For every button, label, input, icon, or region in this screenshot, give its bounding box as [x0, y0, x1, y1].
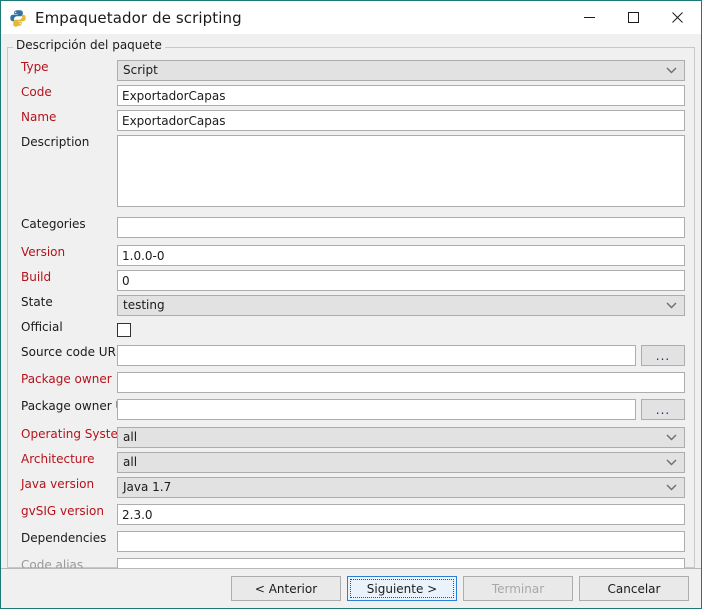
state-value: testing — [123, 298, 165, 312]
field-row-official: Official — [7, 320, 695, 337]
dependencies-input[interactable] — [117, 531, 685, 552]
finish-button: Terminar — [463, 576, 573, 601]
field-row-gvsig-version: gvSIG version — [7, 504, 695, 525]
package-form: Type Script Code N — [7, 56, 695, 568]
state-combobox[interactable]: testing — [117, 295, 685, 316]
package-description-group: Descripción del paquete Type Script Code — [7, 38, 695, 568]
field-row-source-code-url: Source code URL ... — [7, 345, 695, 366]
architecture-combobox[interactable]: all — [117, 452, 685, 473]
architecture-value: all — [123, 455, 138, 469]
chevron-down-icon — [666, 61, 677, 80]
label-code: Code — [21, 85, 52, 99]
label-name: Name — [21, 110, 57, 124]
field-row-description: Description — [7, 135, 695, 207]
field-row-operating-system: Operating System all — [7, 427, 695, 448]
gvsig-version-input[interactable] — [117, 504, 685, 525]
field-row-code-alias: Code alias — [7, 558, 695, 568]
label-version: Version — [21, 245, 66, 259]
close-icon[interactable] — [655, 1, 699, 33]
field-row-state: State testing — [7, 295, 695, 316]
label-operating-system: Operating System — [21, 427, 130, 441]
python-icon — [9, 9, 27, 27]
operating-system-combobox[interactable]: all — [117, 427, 685, 448]
name-input[interactable] — [117, 110, 685, 131]
type-value: Script — [123, 63, 158, 77]
label-package-owner-url: Package owner URL — [21, 399, 140, 413]
dialog-button-bar: < Anterior Siguiente > Terminar Cancelar — [1, 568, 701, 608]
operating-system-value: all — [123, 430, 138, 444]
next-button[interactable]: Siguiente > — [347, 576, 457, 601]
label-description: Description — [21, 135, 90, 149]
field-row-version: Version — [7, 245, 695, 266]
label-build: Build — [21, 270, 52, 284]
build-input[interactable] — [117, 270, 685, 291]
package-owner-input[interactable] — [117, 372, 685, 393]
label-dependencies: Dependencies — [21, 531, 107, 545]
label-java-version: Java version — [21, 477, 95, 491]
field-row-categories: Categories — [7, 217, 695, 238]
type-combobox[interactable]: Script — [117, 60, 685, 81]
window-controls — [567, 1, 699, 33]
field-row-code: Code — [7, 85, 695, 106]
code-alias-input[interactable] — [117, 558, 685, 568]
label-state: State — [21, 295, 53, 309]
field-row-name: Name — [7, 110, 695, 131]
maximize-icon[interactable] — [611, 1, 655, 33]
field-row-dependencies: Dependencies — [7, 531, 695, 552]
field-row-type: Type Script — [7, 60, 695, 81]
title-bar: Empaquetador de scripting — [1, 1, 701, 34]
previous-button[interactable]: < Anterior — [231, 576, 341, 601]
source-code-url-input[interactable] — [117, 345, 636, 366]
field-row-architecture: Architecture all — [7, 452, 695, 473]
minimize-icon[interactable] — [567, 1, 611, 33]
chevron-down-icon — [666, 453, 677, 472]
code-input[interactable] — [117, 85, 685, 106]
label-architecture: Architecture — [21, 452, 95, 466]
categories-input[interactable] — [117, 217, 685, 238]
chevron-down-icon — [666, 428, 677, 447]
label-package-owner: Package owner — [21, 372, 112, 386]
packager-dialog-window: Empaquetador de scripting Descripción de… — [0, 0, 702, 609]
version-input[interactable] — [117, 245, 685, 266]
chevron-down-icon — [666, 296, 677, 315]
source-code-url-browse-button[interactable]: ... — [641, 345, 685, 366]
chevron-down-icon — [666, 478, 677, 497]
label-gvsig-version: gvSIG version — [21, 504, 104, 518]
java-version-value: Java 1.7 — [123, 480, 172, 494]
window-title: Empaquetador de scripting — [35, 8, 242, 27]
package-owner-url-browse-button[interactable]: ... — [641, 399, 685, 420]
field-row-build: Build — [7, 270, 695, 291]
field-row-package-owner: Package owner — [7, 372, 695, 393]
field-row-java-version: Java version Java 1.7 — [7, 477, 695, 498]
official-checkbox[interactable] — [117, 323, 131, 337]
field-row-package-owner-url: Package owner URL ... — [7, 399, 695, 420]
java-version-combobox[interactable]: Java 1.7 — [117, 477, 685, 498]
package-owner-url-input[interactable] — [117, 399, 636, 420]
label-type: Type — [21, 60, 49, 74]
label-categories: Categories — [21, 217, 86, 231]
label-official: Official — [21, 320, 63, 334]
label-source-code-url: Source code URL — [21, 345, 123, 359]
cancel-button[interactable]: Cancelar — [579, 576, 689, 601]
label-code-alias: Code alias — [21, 558, 84, 568]
group-title: Descripción del paquete — [13, 38, 165, 52]
description-textarea[interactable] — [117, 135, 685, 207]
